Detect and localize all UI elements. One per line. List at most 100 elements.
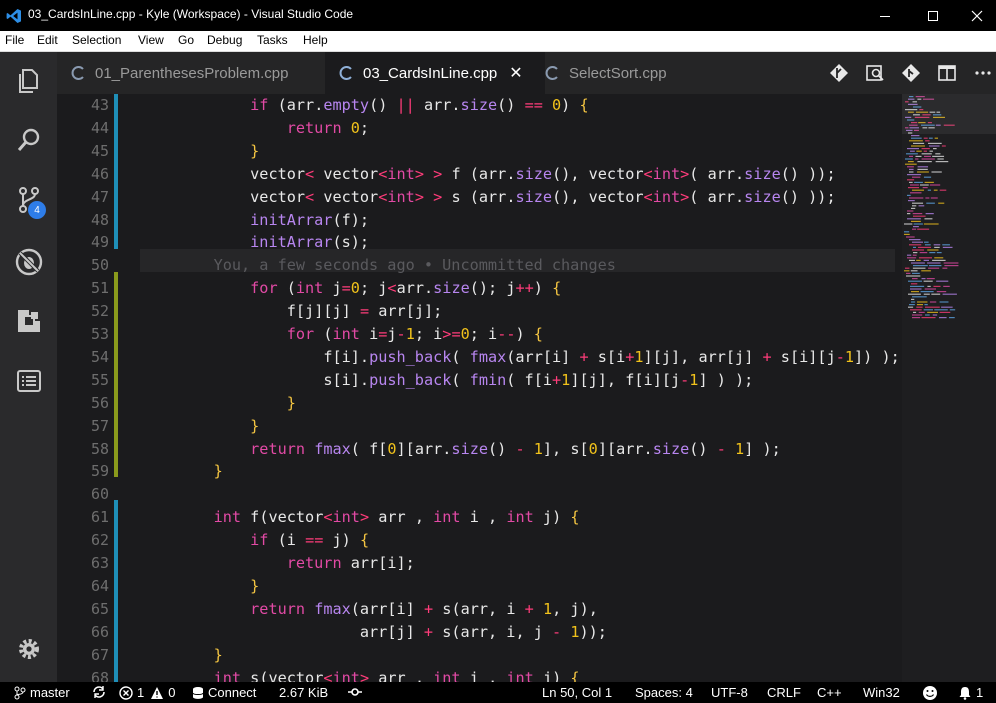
close-window-button[interactable] <box>954 0 996 31</box>
minimap-token <box>943 285 950 287</box>
extensions-button[interactable] <box>0 296 57 346</box>
minimap-token <box>923 137 928 139</box>
language-mode[interactable]: C++ <box>817 685 842 700</box>
minimap-token <box>910 270 918 272</box>
search-history-icon[interactable] <box>865 63 885 83</box>
minimap-token <box>930 197 938 199</box>
sync-button[interactable] <box>92 685 110 699</box>
minimap-token <box>912 228 917 230</box>
minimap-token <box>920 291 934 293</box>
cpp-file-icon <box>339 66 352 80</box>
line-number: 66 <box>90 622 109 641</box>
platform[interactable]: Win32 <box>863 685 900 700</box>
minimap-token <box>911 301 916 303</box>
minimap-token <box>942 267 948 269</box>
minimap-token <box>939 189 947 191</box>
minimap-token <box>912 254 917 256</box>
minimap-token <box>909 244 922 246</box>
menu-edit[interactable]: Edit <box>37 33 58 47</box>
encoding[interactable]: UTF-8 <box>711 685 748 700</box>
minimap-token <box>929 150 933 152</box>
code-line: int s(vector<int> arr , int i , int j) { <box>213 668 580 683</box>
minimize-button[interactable] <box>862 0 908 31</box>
tab-select-sort[interactable]: SelectSort.cpp <box>531 52 705 94</box>
maximize-button[interactable] <box>910 0 956 31</box>
debug-button[interactable] <box>0 237 57 287</box>
list-view-button[interactable] <box>0 356 57 406</box>
minimap-token <box>911 137 922 139</box>
minimap-token <box>905 158 913 160</box>
menu-go[interactable]: Go <box>178 33 194 47</box>
cursor-position[interactable]: Ln 50, Col 1 <box>542 685 612 700</box>
minimap-token <box>911 298 915 300</box>
settings-button[interactable] <box>0 624 57 674</box>
minimap-token <box>906 153 918 155</box>
minimap-token <box>938 202 945 204</box>
problems-indicator[interactable]: 1 0 <box>119 685 175 700</box>
menu-debug[interactable]: Debug <box>207 33 242 47</box>
explorer-button[interactable] <box>0 56 57 106</box>
line-number: 55 <box>90 370 109 389</box>
indentation[interactable]: Spaces: 4 <box>635 685 693 700</box>
git-icon[interactable] <box>901 63 921 83</box>
warning-count: 0 <box>168 685 176 700</box>
minimap[interactable] <box>902 94 996 682</box>
minimap-token <box>934 137 939 139</box>
minimap-token <box>926 202 935 204</box>
minimap-token <box>934 257 944 259</box>
menu-tasks[interactable]: Tasks <box>257 33 288 47</box>
minimap-token <box>912 272 920 274</box>
minimap-viewport <box>902 94 996 134</box>
notification-count: 1 <box>976 685 984 700</box>
minimap-token <box>909 168 914 170</box>
minimap-token <box>907 257 917 259</box>
menu-selection[interactable]: Selection <box>72 33 121 47</box>
minimap-token <box>913 311 917 313</box>
minimap-token <box>905 163 917 165</box>
notifications-button[interactable]: 1 <box>958 685 983 700</box>
minimap-token <box>912 267 926 269</box>
file-size: 2.67 KiB <box>279 685 329 700</box>
tab-parentheses-problem[interactable]: 01_ParenthesesProblem.cpp <box>57 52 339 94</box>
minimap-token <box>908 280 923 282</box>
feedback-button[interactable] <box>922 685 942 701</box>
minimap-token <box>912 202 924 204</box>
minimap-token <box>917 168 928 170</box>
status-bar: master 1 0 Connect 2.67 KiB Ln 50, Col 1… <box>0 682 996 703</box>
git-compare-icon[interactable] <box>829 63 849 83</box>
minimap-token <box>911 135 920 137</box>
more-actions-icon[interactable] <box>973 63 993 83</box>
close-tab-icon[interactable]: ✕ <box>509 63 522 83</box>
tab-cards-in-line[interactable]: 03_CardsInLine.cpp ✕ <box>325 52 545 94</box>
search-icon <box>17 128 39 151</box>
source-control-button[interactable] <box>0 175 57 225</box>
minimap-token <box>917 301 928 303</box>
minimap-token <box>924 304 928 306</box>
menu-help[interactable]: Help <box>303 33 328 47</box>
code-editor[interactable]: 43 if (arr.empty() || arr.size() == 0) {… <box>57 94 996 682</box>
minimap-token <box>910 192 922 194</box>
connect-button[interactable]: Connect <box>192 685 256 700</box>
minimap-token <box>907 166 914 168</box>
search-button[interactable] <box>0 115 57 165</box>
tab-label: 01_ParenthesesProblem.cpp <box>95 64 289 82</box>
minimap-token <box>904 231 910 233</box>
code-line: return fmax(arr[i] + s(arr, i + 1, j), <box>250 599 598 618</box>
live-share-button[interactable] <box>348 685 366 699</box>
minimap-token <box>909 259 915 261</box>
menu-file[interactable]: File <box>5 33 24 47</box>
vscode-logo-icon <box>6 9 21 23</box>
line-ending[interactable]: CRLF <box>767 685 801 700</box>
close-icon <box>971 10 983 21</box>
minimap-token <box>910 288 922 290</box>
line-number: 65 <box>90 599 109 618</box>
split-editor-icon[interactable] <box>937 63 957 83</box>
code-line: for (int i=j-1; i>=0; i--) { <box>286 325 543 343</box>
menu-view[interactable]: View <box>138 33 164 47</box>
branch-indicator[interactable]: master <box>14 685 70 700</box>
minimap-token <box>918 257 933 259</box>
minimap-token <box>925 140 930 142</box>
minimap-token <box>909 181 913 183</box>
minimap-token <box>907 218 921 220</box>
minimap-token <box>939 301 949 303</box>
